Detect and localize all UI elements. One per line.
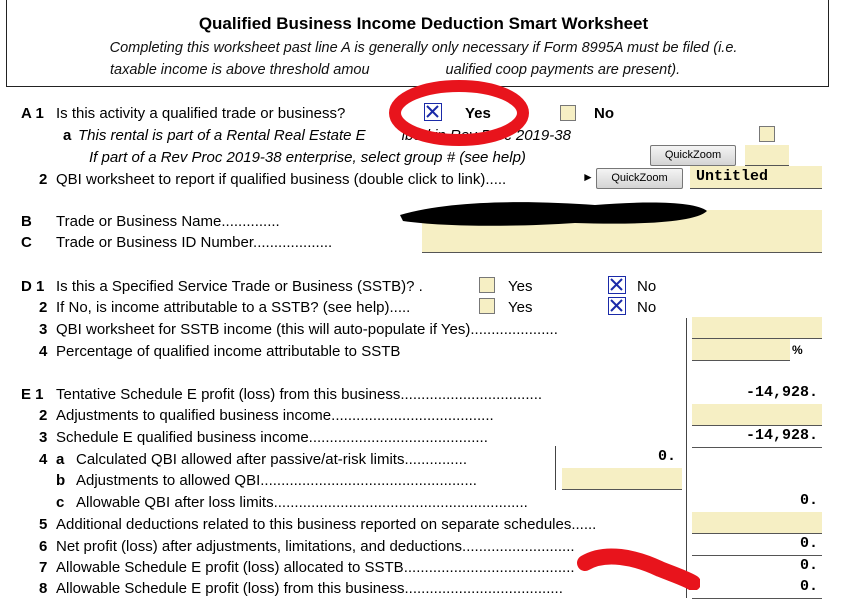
line-e2-label: Adjustments to qualified business income… — [56, 407, 494, 424]
line-d1-no-checkbox[interactable] — [608, 276, 626, 294]
sstb-percentage-field[interactable] — [692, 339, 790, 361]
line-e4c-value: 0. — [799, 492, 818, 509]
x-check-icon — [610, 299, 623, 312]
line-e5-number: 5 — [39, 516, 48, 533]
line-e5-field[interactable] — [692, 512, 822, 534]
worksheet-subtitle-line1: Completing this worksheet past line A is… — [109, 40, 738, 56]
red-stroke-annotation — [577, 548, 700, 590]
line-d2-label: If No, is income attributable to a SSTB?… — [56, 299, 411, 316]
line-d1-no-label: No — [637, 278, 657, 295]
qbi-worksheet-link-value: Untitled — [696, 168, 769, 185]
line-e4b-sub: b — [56, 472, 66, 489]
line-e2-number: 2 — [39, 407, 48, 424]
line-d2-yes-checkbox[interactable] — [479, 298, 495, 314]
line-e4b-field[interactable] — [562, 468, 682, 490]
line-a1a-number: a — [63, 127, 72, 144]
redaction-mark — [400, 202, 707, 226]
red-circle-annotation — [389, 80, 529, 146]
line-a2-number: 2 — [39, 171, 48, 188]
line-e5-label: Additional deductions related to this bu… — [56, 516, 597, 533]
percent-sign: % — [792, 343, 803, 357]
line-c-number: C — [21, 234, 32, 251]
line-e7-label: Allowable Schedule E profit (loss) alloc… — [56, 559, 575, 576]
line-d3-label: QBI worksheet for SSTB income (this will… — [56, 321, 558, 338]
worksheet-subtitle-line2: taxable income is above threshold amou ua… — [110, 62, 681, 78]
quickzoom-qbi-worksheet-button[interactable]: QuickZoom — [596, 168, 683, 189]
line-e1-number: E 1 — [21, 386, 44, 403]
rev-proc-group-field[interactable] — [745, 145, 789, 166]
line-a1-label: Is this activity a qualified trade or bu… — [56, 105, 346, 122]
line-e8-number: 8 — [39, 580, 48, 597]
line-e4b-label: Adjustments to allowed QBI..............… — [76, 472, 477, 489]
line-b-number: B — [21, 213, 32, 230]
quickzoom-rev-proc-button[interactable]: QuickZoom — [650, 145, 736, 166]
line-e2-field[interactable] — [692, 404, 822, 426]
line-e8-value: 0. — [799, 578, 818, 595]
line-d3-number: 3 — [39, 321, 48, 338]
line-a2-label: QBI worksheet to report if qualified bus… — [56, 171, 507, 188]
line-e8-label: Allowable Schedule E profit (loss) from … — [56, 580, 563, 597]
line-e1-value: -14,928. — [745, 384, 818, 401]
line-e3-number: 3 — [39, 429, 48, 446]
line-e1-label: Tentative Schedule E profit (loss) from … — [56, 386, 543, 403]
line-e6-label: Net profit (loss) after adjustments, lim… — [56, 538, 575, 555]
line-c-label: Trade or Business ID Number.............… — [56, 234, 333, 251]
line-e7-value: 0. — [799, 557, 818, 574]
arrow-right-icon: ► — [582, 170, 594, 184]
line-e3-label: Schedule E qualified business income....… — [56, 429, 488, 446]
line-d1-label: Is this a Specified Service Trade or Bus… — [56, 278, 423, 295]
line-d2-no-checkbox[interactable] — [608, 297, 626, 315]
line-b-label: Trade or Business Name.............. — [56, 213, 280, 230]
line-e4a-value: 0. — [657, 448, 676, 465]
line-e6-value: 0. — [799, 535, 818, 552]
line-a1-no-checkbox[interactable] — [560, 105, 576, 121]
line-d4-label: Percentage of qualified income attributa… — [56, 343, 401, 360]
sstb-qbi-worksheet-field[interactable] — [692, 317, 822, 339]
line-d1-yes-label: Yes — [508, 278, 533, 295]
line-a1-no-label: No — [594, 105, 614, 122]
line-e3-value: -14,928. — [745, 427, 818, 444]
line-a1a-checkbox[interactable] — [759, 126, 775, 142]
rev-proc-group-label: If part of a Rev Proc 2019-38 enterprise… — [89, 149, 526, 166]
line-d2-no-label: No — [637, 299, 657, 316]
line-d4-number: 4 — [39, 343, 48, 360]
line-e4-number: 4 — [39, 451, 48, 468]
line-e6-number: 6 — [39, 538, 48, 555]
line-d2-yes-label: Yes — [508, 299, 533, 316]
line-e4a-sub: a — [56, 451, 65, 468]
line-e4c-sub: c — [56, 494, 65, 511]
line-a1-number: A 1 — [21, 105, 44, 122]
line-d2-number: 2 — [39, 299, 48, 316]
line-e7-number: 7 — [39, 559, 48, 576]
trade-business-id-field[interactable] — [422, 231, 822, 253]
worksheet-title: Qualified Business Income Deduction Smar… — [198, 14, 649, 33]
line-e4a-label: Calculated QBI allowed after passive/at-… — [76, 451, 467, 468]
line-d1-number: D 1 — [21, 278, 45, 295]
inner-column-divider — [555, 446, 556, 490]
line-d1-yes-checkbox[interactable] — [479, 277, 495, 293]
line-e4c-label: Allowable QBI after loss limits.........… — [76, 494, 528, 511]
x-check-icon — [610, 278, 623, 291]
